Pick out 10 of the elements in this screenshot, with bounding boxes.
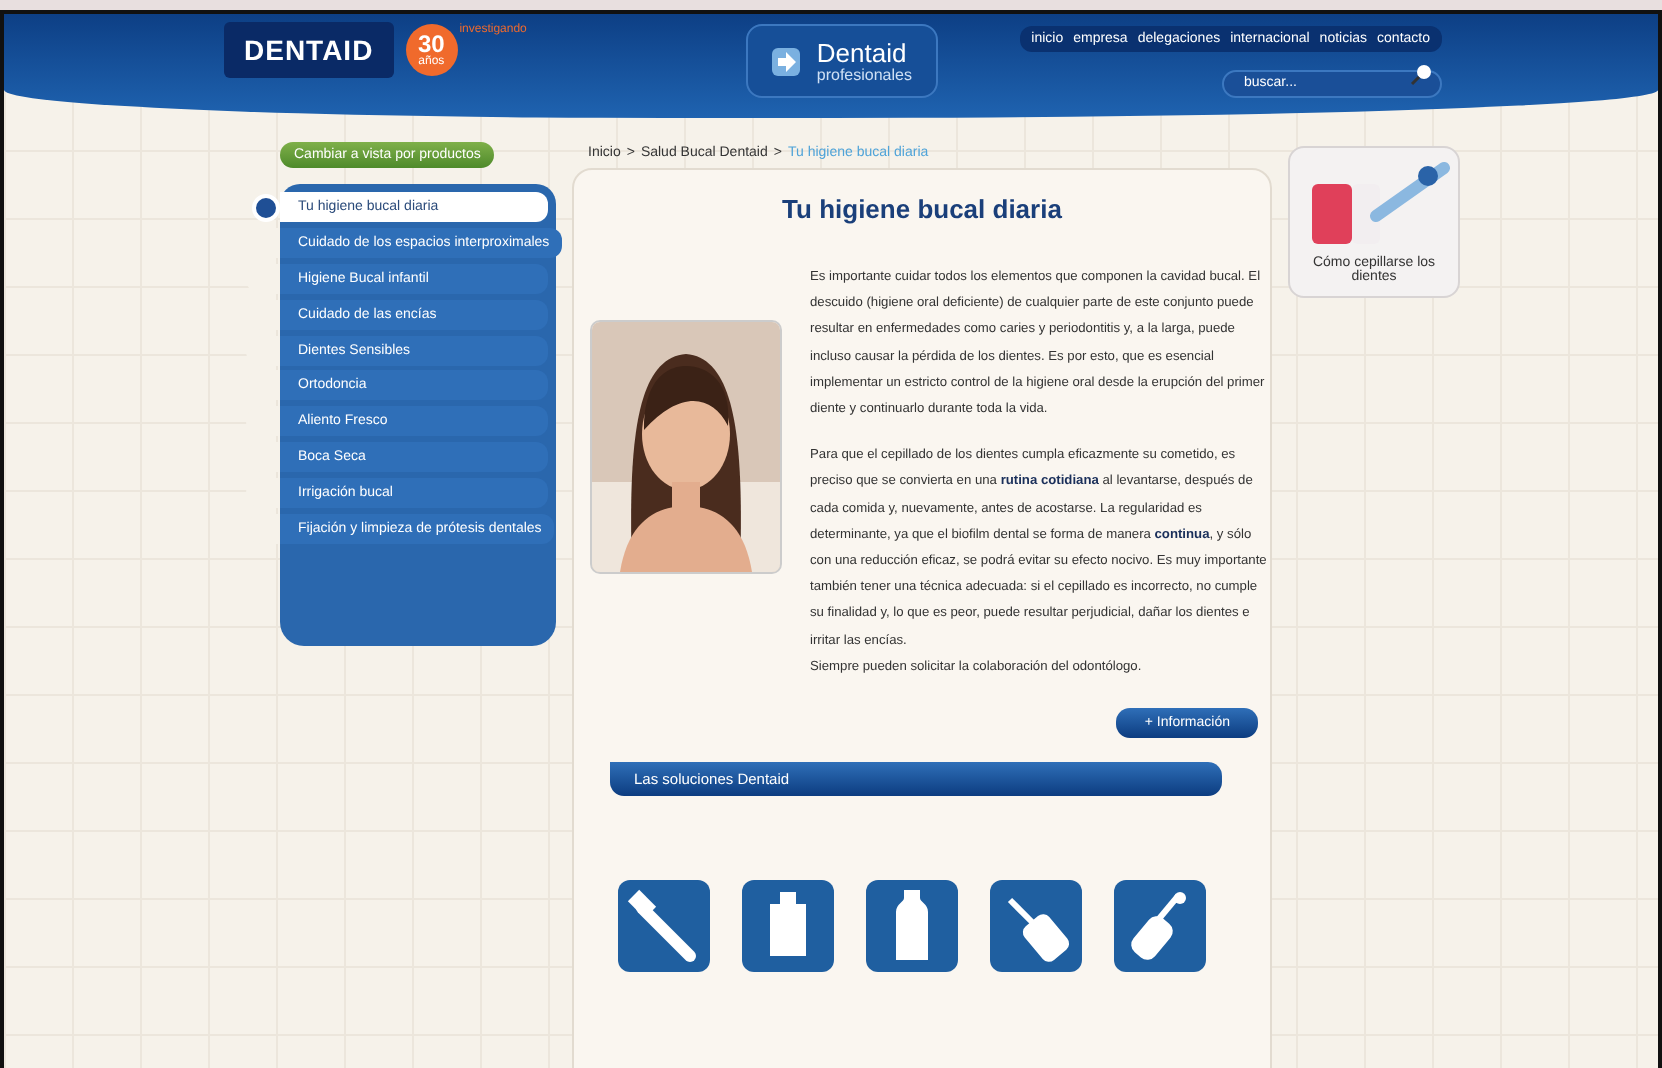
toothbrush-icon <box>618 880 710 973</box>
professionals-button[interactable]: Dentaid profesionales <box>746 24 938 98</box>
bottle-icon <box>866 880 958 973</box>
article-title: Tu higiene bucal diaria <box>780 194 1064 224</box>
arrow-icon <box>772 47 801 75</box>
logo[interactable]: DENTAID <box>224 22 394 78</box>
irrigator-icon <box>990 880 1082 973</box>
search-icon <box>1410 63 1432 85</box>
tube-icon <box>742 880 834 973</box>
electric-brush-icon <box>1114 880 1206 973</box>
